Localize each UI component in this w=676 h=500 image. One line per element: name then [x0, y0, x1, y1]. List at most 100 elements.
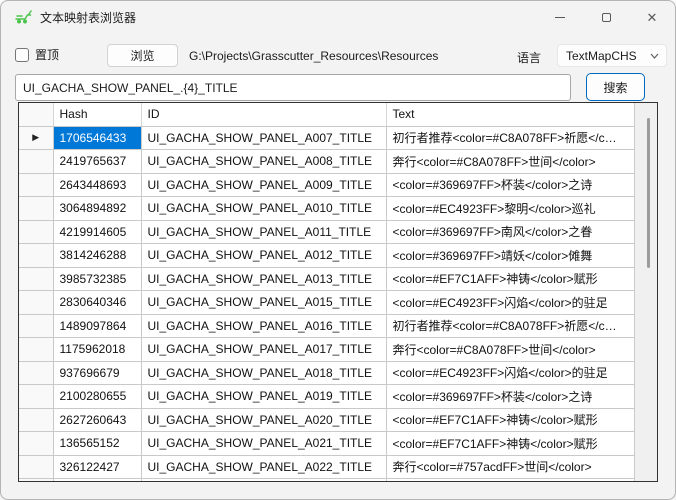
row-selector[interactable] — [19, 432, 53, 456]
cell-id[interactable]: UI_GACHA_SHOW_PANEL_A022_TITLE — [141, 455, 386, 479]
table-header-row: Hash ID Text — [19, 103, 634, 126]
cell-hash[interactable]: 2643448693 — [53, 173, 141, 197]
cell-id[interactable]: UI_GACHA_SHOW_PANEL_A021_TITLE — [141, 432, 386, 456]
close-button[interactable]: ✕ — [629, 1, 675, 33]
cell-text[interactable]: 初行者推荐<color=#C8A078FF>祈愿</c… — [386, 126, 634, 150]
cell-hash[interactable]: 2830640346 — [53, 291, 141, 315]
cell-id[interactable]: UI_GACHA_SHOW_PANEL_A009_TITLE — [141, 173, 386, 197]
column-header-hash[interactable]: Hash — [53, 103, 141, 126]
cell-text[interactable]: 初行者推荐<color=#C8A078FF>祈愿</c… — [386, 314, 634, 338]
cell-text[interactable]: <color=#EF7C1AFF>神铸</color>赋形 — [386, 267, 634, 291]
language-select[interactable]: TextMapCHS — [557, 44, 667, 67]
table-row[interactable]: 2100280655UI_GACHA_SHOW_PANEL_A019_TITLE… — [19, 385, 634, 409]
cell-text[interactable]: <color=#369697FF>南风</color>之眷 — [386, 220, 634, 244]
table-row[interactable]: 2419765637UI_GACHA_SHOW_PANEL_A008_TITLE… — [19, 150, 634, 174]
cell-id[interactable]: UI_GACHA_SHOW_PANEL_A012_TITLE — [141, 244, 386, 268]
cell-text[interactable]: <color=#369697FF>杯装</color>之诗 — [386, 385, 634, 409]
row-selector[interactable] — [19, 338, 53, 362]
table-row[interactable]: 4219914605UI_GACHA_SHOW_PANEL_A011_TITLE… — [19, 220, 634, 244]
cell-text[interactable]: <color=#EC4923FF>黎明</color>巡礼 — [386, 197, 634, 221]
row-selector[interactable] — [19, 244, 53, 268]
cell-hash[interactable]: 1489097864 — [53, 314, 141, 338]
table-row[interactable]: 2627260643UI_GACHA_SHOW_PANEL_A020_TITLE… — [19, 408, 634, 432]
cell-text[interactable]: 初行者推荐<color=#C8A078FF>祈愿</c… — [386, 479, 634, 482]
cell-hash[interactable]: 2100280655 — [53, 385, 141, 409]
cell-hash[interactable]: 937696679 — [53, 361, 141, 385]
pin-on-top-option[interactable]: 置顶 — [15, 46, 59, 63]
table-row[interactable]: 1175962018UI_GACHA_SHOW_PANEL_A017_TITLE… — [19, 338, 634, 362]
maximize-button[interactable] — [583, 1, 629, 33]
row-selector[interactable] — [19, 361, 53, 385]
cell-id[interactable]: UI_GACHA_SHOW_PANEL_A018_TITLE — [141, 361, 386, 385]
window-controls: ✕ — [537, 1, 675, 33]
cell-id[interactable]: UI_GACHA_SHOW_PANEL_A015_TITLE — [141, 291, 386, 315]
cell-hash[interactable]: 3814246288 — [53, 244, 141, 268]
pin-on-top-checkbox[interactable] — [15, 48, 29, 62]
cell-id[interactable]: UI_GACHA_SHOW_PANEL_A017_TITLE — [141, 338, 386, 362]
cell-hash[interactable]: 326122427 — [53, 455, 141, 479]
cell-text[interactable]: <color=#EC4923FF>闪焰</color>的驻足 — [386, 291, 634, 315]
cell-hash[interactable]: 1706546433 — [53, 126, 141, 150]
row-selector[interactable] — [19, 291, 53, 315]
table-row[interactable]: 3814246288UI_GACHA_SHOW_PANEL_A012_TITLE… — [19, 244, 634, 268]
search-button[interactable]: 搜索 — [586, 73, 645, 101]
cell-hash[interactable]: 2627260643 — [53, 408, 141, 432]
cell-text[interactable]: 奔行<color=#C8A078FF>世间</color> — [386, 150, 634, 174]
table-row[interactable]: 326122427UI_GACHA_SHOW_PANEL_A022_TITLE奔… — [19, 455, 634, 479]
cell-id[interactable]: UI_GACHA_SHOW_PANEL_A019_TITLE — [141, 385, 386, 409]
cell-hash[interactable]: 1175962018 — [53, 338, 141, 362]
row-selector[interactable] — [19, 173, 53, 197]
cell-text[interactable]: <color=#EC4923FF>闪焰</color>的驻足 — [386, 361, 634, 385]
row-selector[interactable] — [19, 314, 53, 338]
title-bar[interactable]: 文本映射表浏览器 ✕ — [1, 1, 675, 33]
column-header-id[interactable]: ID — [141, 103, 386, 126]
row-selector[interactable] — [19, 197, 53, 221]
vertical-scrollbar-thumb[interactable] — [647, 118, 650, 268]
browse-button[interactable]: 浏览 — [107, 44, 178, 67]
row-selector[interactable] — [19, 479, 53, 482]
cell-id[interactable]: UI_GACHA_SHOW_PANEL_A016_TITLE — [141, 314, 386, 338]
table-row[interactable]: 初行者推荐<color=#C8A078FF>祈愿</c… — [19, 479, 634, 482]
table-row[interactable]: 937696679UI_GACHA_SHOW_PANEL_A018_TITLE<… — [19, 361, 634, 385]
table-row[interactable]: 136565152UI_GACHA_SHOW_PANEL_A021_TITLE<… — [19, 432, 634, 456]
minimize-button[interactable] — [537, 1, 583, 33]
cell-id[interactable]: UI_GACHA_SHOW_PANEL_A011_TITLE — [141, 220, 386, 244]
cell-id[interactable]: UI_GACHA_SHOW_PANEL_A008_TITLE — [141, 150, 386, 174]
table-row[interactable]: 3064894892UI_GACHA_SHOW_PANEL_A010_TITLE… — [19, 197, 634, 221]
cell-text[interactable]: <color=#EF7C1AFF>神铸</color>赋形 — [386, 432, 634, 456]
app-window: 文本映射表浏览器 ✕ 置顶 浏览 G:\Projects\Grasscutter… — [0, 0, 676, 500]
row-selector[interactable] — [19, 267, 53, 291]
cell-id[interactable]: UI_GACHA_SHOW_PANEL_A013_TITLE — [141, 267, 386, 291]
table-row[interactable]: 2643448693UI_GACHA_SHOW_PANEL_A009_TITLE… — [19, 173, 634, 197]
table-row[interactable]: ▶1706546433UI_GACHA_SHOW_PANEL_A007_TITL… — [19, 126, 634, 150]
table-row[interactable]: 2830640346UI_GACHA_SHOW_PANEL_A015_TITLE… — [19, 291, 634, 315]
row-selector[interactable] — [19, 408, 53, 432]
pin-on-top-label: 置顶 — [35, 46, 59, 63]
cell-text[interactable]: 奔行<color=#C8A078FF>世间</color> — [386, 338, 634, 362]
row-selector[interactable] — [19, 385, 53, 409]
cell-hash[interactable]: 3064894892 — [53, 197, 141, 221]
cell-id[interactable]: UI_GACHA_SHOW_PANEL_A007_TITLE — [141, 126, 386, 150]
cell-hash[interactable]: 3985732385 — [53, 267, 141, 291]
cell-text[interactable]: <color=#369697FF>靖妖</color>傩舞 — [386, 244, 634, 268]
table-row[interactable]: 1489097864UI_GACHA_SHOW_PANEL_A016_TITLE… — [19, 314, 634, 338]
row-selector[interactable] — [19, 455, 53, 479]
row-selector[interactable] — [19, 220, 53, 244]
row-selector[interactable] — [19, 150, 53, 174]
cell-id[interactable]: UI_GACHA_SHOW_PANEL_A010_TITLE — [141, 197, 386, 221]
cell-text[interactable]: <color=#EF7C1AFF>神铸</color>赋形 — [386, 408, 634, 432]
cell-id[interactable]: UI_GACHA_SHOW_PANEL_A020_TITLE — [141, 408, 386, 432]
column-header-text[interactable]: Text — [386, 103, 634, 126]
cell-hash[interactable]: 136565152 — [53, 432, 141, 456]
cell-text[interactable]: 奔行<color=#757acdFF>世间</color> — [386, 455, 634, 479]
search-input[interactable] — [15, 74, 571, 101]
cell-hash[interactable] — [53, 479, 141, 482]
vertical-scrollbar[interactable] — [634, 103, 657, 481]
cell-id[interactable] — [141, 479, 386, 482]
cell-hash[interactable]: 4219914605 — [53, 220, 141, 244]
cell-hash[interactable]: 2419765637 — [53, 150, 141, 174]
grasscutter-app-icon — [14, 9, 33, 25]
row-selector[interactable]: ▶ — [19, 126, 53, 150]
cell-text[interactable]: <color=#369697FF>杯装</color>之诗 — [386, 173, 634, 197]
table-row[interactable]: 3985732385UI_GACHA_SHOW_PANEL_A013_TITLE… — [19, 267, 634, 291]
